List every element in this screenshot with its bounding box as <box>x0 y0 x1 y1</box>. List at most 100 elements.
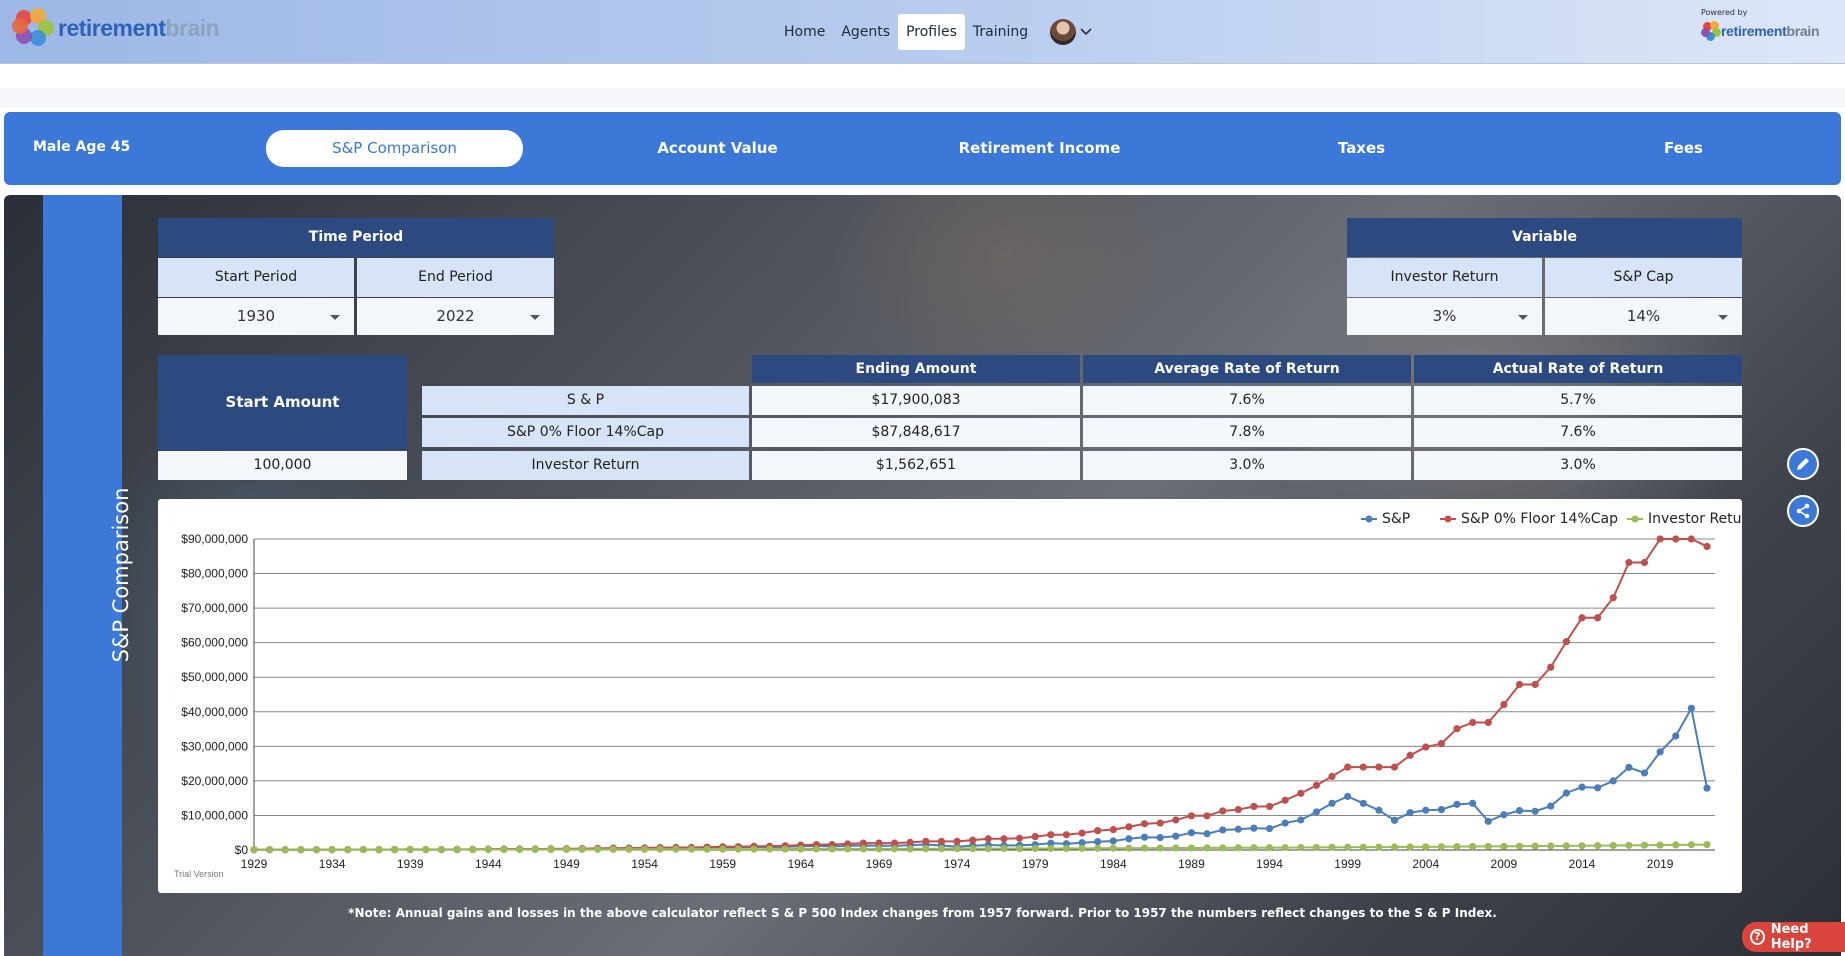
edit-button[interactable] <box>1787 448 1819 480</box>
data-point <box>1547 663 1555 671</box>
x-tick-label: 1929 <box>241 857 268 871</box>
data-point <box>1484 718 1492 727</box>
data-point <box>1406 843 1414 851</box>
data-point <box>1078 844 1086 852</box>
data-point <box>1031 844 1039 853</box>
data-point <box>969 836 977 844</box>
data-point <box>1453 725 1461 733</box>
profile-label: Male Age 45 <box>33 139 131 155</box>
data-point <box>937 845 946 853</box>
data-point <box>1109 837 1117 845</box>
tab-account-value[interactable]: Account Value <box>589 130 846 167</box>
data-point <box>312 846 321 854</box>
x-tick-label: 2014 <box>1569 857 1596 871</box>
row-label-investor-return: Investor Return <box>422 451 749 480</box>
nav-profiles[interactable]: Profiles <box>898 14 965 50</box>
tab-retirement-income[interactable]: Retirement Income <box>911 130 1168 167</box>
trial-watermark: Trial Version <box>174 869 224 879</box>
tab-fees[interactable]: Fees <box>1555 130 1812 167</box>
data-point <box>1344 792 1352 801</box>
data-point <box>1406 809 1414 817</box>
data-point <box>1094 844 1102 852</box>
data-point <box>1219 807 1227 815</box>
y-tick-label: $60,000,000 <box>181 636 248 650</box>
data-point <box>1594 614 1602 622</box>
data-point <box>1609 777 1617 785</box>
sp-cap-value: 14% <box>1626 307 1661 325</box>
data-point <box>1640 558 1649 567</box>
powered-by-logo: Powered by retirementbrain <box>1701 8 1831 48</box>
data-point <box>859 845 867 853</box>
data-point <box>1672 841 1680 849</box>
data-point <box>1562 638 1570 646</box>
chevron-down-icon[interactable] <box>1080 25 1092 39</box>
x-tick-label: 1944 <box>475 857 502 871</box>
user-avatar[interactable] <box>1050 19 1077 45</box>
end-period-select[interactable]: 2022 <box>357 298 554 335</box>
data-point <box>1687 535 1695 543</box>
data-point <box>1375 843 1383 851</box>
data-point <box>1469 842 1477 851</box>
data-point <box>1359 799 1367 807</box>
data-point <box>1547 842 1555 850</box>
data-point <box>781 845 789 853</box>
share-button[interactable] <box>1787 495 1819 527</box>
nav-training[interactable]: Training <box>965 14 1036 50</box>
data-point <box>1640 841 1649 849</box>
variable-header: Variable <box>1347 218 1742 257</box>
data-point <box>1578 842 1586 850</box>
retirementbrain-logo[interactable]: retirementbrain <box>12 8 220 48</box>
data-point <box>1203 812 1211 820</box>
data-point <box>906 845 914 853</box>
data-point <box>1219 844 1227 852</box>
data-point <box>1375 763 1383 771</box>
investor-average-return: 3.0% <box>1083 451 1411 480</box>
data-point <box>1422 806 1430 814</box>
nav-agents[interactable]: Agents <box>833 14 898 50</box>
data-point <box>1422 743 1430 751</box>
data-point <box>1328 772 1336 780</box>
data-point <box>594 845 602 853</box>
data-point <box>1000 835 1008 843</box>
data-point <box>1328 799 1336 807</box>
x-tick-label: 1999 <box>1334 857 1361 871</box>
powered-by-label: Powered by <box>1701 8 1748 17</box>
data-point <box>609 845 617 853</box>
data-point <box>1437 739 1445 748</box>
investor-return-value: 3% <box>1432 307 1457 325</box>
x-tick-label: 1984 <box>1100 857 1127 871</box>
need-help-button[interactable]: ? Need Help? <box>1742 922 1845 952</box>
data-point <box>1344 843 1352 851</box>
tab-taxes[interactable]: Taxes <box>1233 130 1490 167</box>
data-point <box>953 837 961 845</box>
start-period-select[interactable]: 1930 <box>158 298 354 335</box>
y-tick-label: $40,000,000 <box>181 705 248 719</box>
chart-svg: $90,000,000 $80,000,000 $70,000,000 $60,000… <box>174 511 1742 879</box>
data-point <box>1359 843 1367 851</box>
sp-cap-select[interactable]: 14% <box>1545 298 1742 335</box>
investor-return-select[interactable]: 3% <box>1347 298 1542 335</box>
data-point <box>1156 844 1164 852</box>
data-point <box>1078 829 1086 837</box>
x-tick-label: 1994 <box>1256 857 1283 871</box>
row-label-sp-floor-cap: S&P 0% Floor 14%Cap <box>422 418 749 447</box>
average-return-header: Average Rate of Return <box>1083 355 1411 383</box>
data-point <box>1672 535 1680 543</box>
x-tick-label: 1974 <box>944 857 971 871</box>
data-point <box>812 845 821 853</box>
nav-home[interactable]: Home <box>776 14 833 50</box>
data-point <box>1312 808 1321 816</box>
start-amount-input[interactable]: 100,000 <box>158 451 407 480</box>
floor-cap-actual-return: 7.6% <box>1414 418 1742 447</box>
data-point <box>922 837 930 845</box>
data-point <box>1609 594 1617 602</box>
data-point <box>1547 802 1555 810</box>
legend-label: S&P <box>1382 511 1410 527</box>
data-point <box>1297 789 1305 797</box>
growth-line-chart: $90,000,000 $80,000,000 $70,000,000 $60,000… <box>158 499 1742 893</box>
tab-sp-comparison[interactable]: S&P Comparison <box>266 130 523 167</box>
data-point <box>1422 843 1430 851</box>
data-point <box>703 845 711 853</box>
data-point <box>1531 807 1539 815</box>
x-tick-label: 2019 <box>1647 857 1674 871</box>
